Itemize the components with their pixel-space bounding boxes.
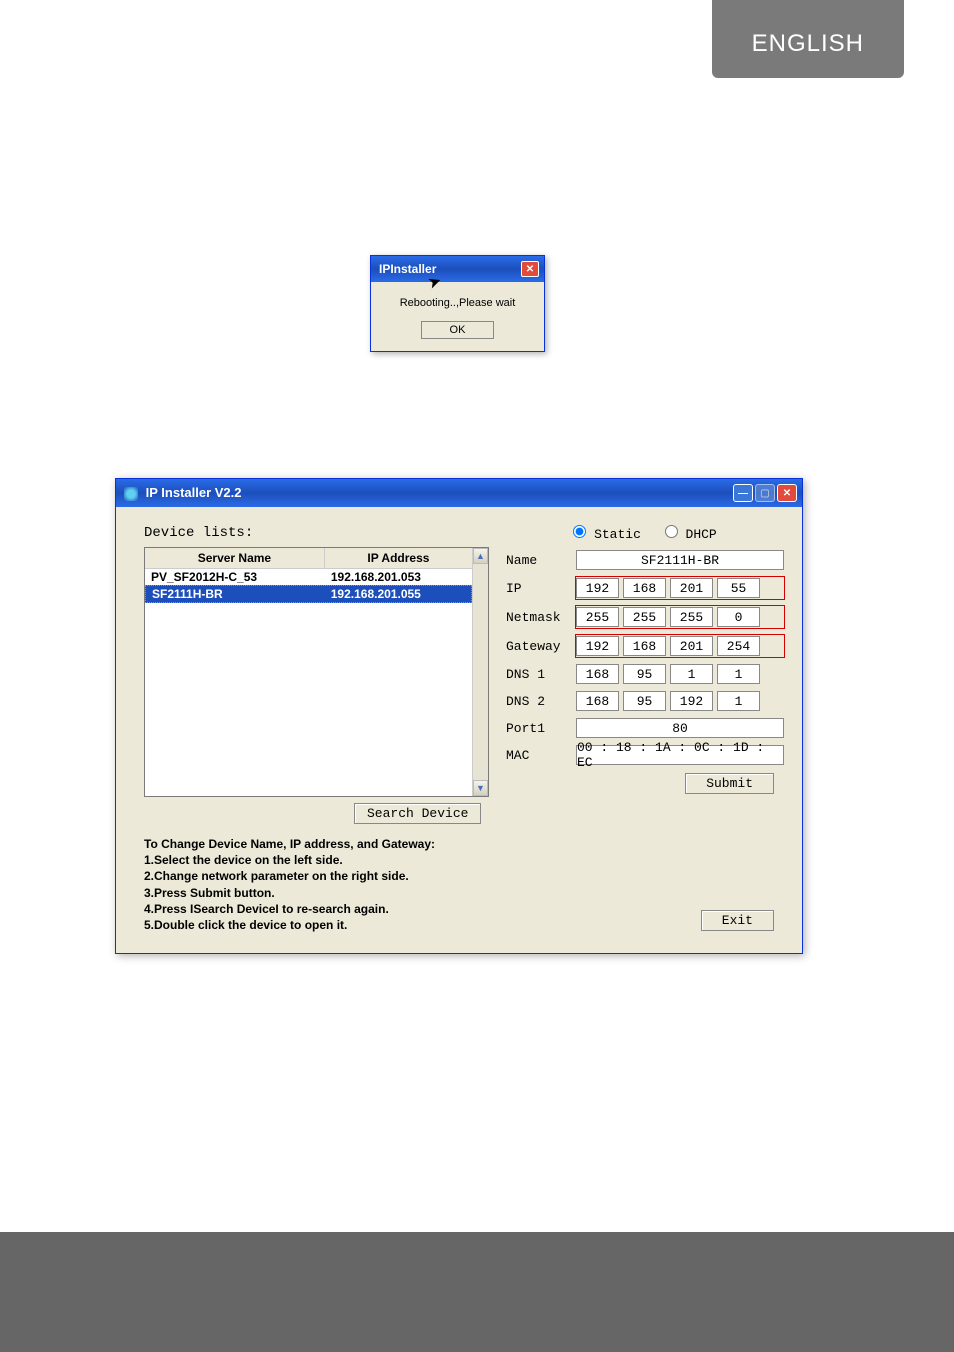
instructions: To Change Device Name, IP address, and G… — [144, 836, 494, 933]
octet[interactable]: 0 — [717, 607, 760, 627]
label-port1: Port1 — [506, 721, 576, 736]
app-title: IP Installer V2.2 — [146, 485, 242, 500]
label-ip: IP — [506, 581, 576, 596]
instruction-line: 5.Double click the device to open it. — [144, 917, 494, 933]
octet[interactable]: 55 — [717, 578, 760, 598]
cell-server-name: PV_SF2012H-C_53 — [145, 569, 325, 585]
col-ip-address[interactable]: IP Address — [325, 548, 472, 568]
dhcp-radio-label: DHCP — [686, 527, 717, 542]
instruction-line: 2.Change network parameter on the right … — [144, 868, 494, 884]
octet[interactable]: 168 — [623, 636, 666, 656]
table-row[interactable]: SF2111H-BR 192.168.201.055 — [145, 585, 472, 603]
instruction-line: To Change Device Name, IP address, and G… — [144, 836, 494, 852]
instruction-line: 1.Select the device on the left side. — [144, 852, 494, 868]
ip-field[interactable]: 192 168 201 55 — [576, 577, 784, 599]
submit-button[interactable]: Submit — [685, 773, 774, 794]
label-name: Name — [506, 553, 576, 568]
octet[interactable]: 201 — [670, 578, 713, 598]
ok-button[interactable]: OK — [421, 321, 495, 339]
dialog-title: IPInstaller — [379, 262, 436, 276]
dns2-field[interactable]: 168 95 192 1 — [576, 691, 784, 711]
octet[interactable]: 95 — [623, 664, 666, 684]
cell-ip: 192.168.201.055 — [325, 586, 471, 602]
footer-bar — [0, 1232, 954, 1352]
minimize-icon[interactable]: — — [733, 484, 753, 502]
cell-server-name: SF2111H-BR — [146, 586, 325, 602]
octet[interactable]: 254 — [717, 636, 760, 656]
octet[interactable]: 255 — [623, 607, 666, 627]
cell-ip: 192.168.201.053 — [325, 569, 472, 585]
dialog-titlebar[interactable]: IPInstaller ✕ — [371, 256, 544, 282]
octet[interactable]: 1 — [717, 691, 760, 711]
octet[interactable]: 255 — [670, 607, 713, 627]
scrollbar[interactable]: ▲ ▼ — [472, 548, 488, 796]
static-radio[interactable]: Static — [573, 527, 641, 542]
octet[interactable]: 1 — [717, 664, 760, 684]
dns1-field[interactable]: 168 95 1 1 — [576, 664, 784, 684]
app-icon — [124, 487, 138, 501]
instruction-line: 4.Press ISearch DeviceI to re-search aga… — [144, 901, 494, 917]
maximize-icon: ▢ — [755, 484, 775, 502]
label-dns2: DNS 2 — [506, 694, 576, 709]
octet[interactable]: 201 — [670, 636, 713, 656]
octet[interactable]: 95 — [623, 691, 666, 711]
language-tab: ENGLISH — [712, 0, 904, 78]
label-gateway: Gateway — [506, 639, 576, 654]
instruction-line: 3.Press Submit button. — [144, 885, 494, 901]
octet[interactable]: 168 — [623, 578, 666, 598]
label-mac: MAC — [506, 748, 576, 763]
device-lists-label: Device lists: — [144, 525, 494, 541]
mac-field: 00 : 18 : 1A : 0C : 1D : EC — [576, 745, 784, 765]
netmask-field[interactable]: 255 255 255 0 — [576, 606, 784, 628]
app-titlebar[interactable]: IP Installer V2.2 — ▢ ✕ — [116, 479, 802, 507]
col-server-name[interactable]: Server Name — [145, 548, 325, 568]
ip-installer-window: IP Installer V2.2 — ▢ ✕ Device lists: Se… — [115, 478, 803, 954]
port1-field[interactable]: 80 — [576, 718, 784, 738]
static-radio-label: Static — [594, 527, 641, 542]
scroll-up-icon[interactable]: ▲ — [473, 548, 488, 564]
reboot-dialog: IPInstaller ✕ Rebooting..,Please wait OK — [370, 255, 545, 352]
octet[interactable]: 168 — [576, 691, 619, 711]
close-icon[interactable]: ✕ — [521, 261, 539, 277]
octet[interactable]: 192 — [576, 636, 619, 656]
label-dns1: DNS 1 — [506, 667, 576, 682]
device-list-table[interactable]: Server Name IP Address PV_SF2012H-C_53 1… — [144, 547, 489, 797]
search-device-button[interactable]: Search Device — [354, 803, 481, 824]
dialog-message: Rebooting..,Please wait — [381, 297, 534, 309]
octet[interactable]: 168 — [576, 664, 619, 684]
name-field[interactable]: SF2111H-BR — [576, 550, 784, 570]
dhcp-radio[interactable]: DHCP — [665, 527, 717, 542]
octet[interactable]: 192 — [576, 578, 619, 598]
exit-button[interactable]: Exit — [701, 910, 774, 931]
octet[interactable]: 1 — [670, 664, 713, 684]
window-close-icon[interactable]: ✕ — [777, 484, 797, 502]
label-netmask: Netmask — [506, 610, 576, 625]
octet[interactable]: 192 — [670, 691, 713, 711]
table-row[interactable]: PV_SF2012H-C_53 192.168.201.053 — [145, 569, 472, 585]
octet[interactable]: 255 — [576, 607, 619, 627]
scroll-down-icon[interactable]: ▼ — [473, 780, 488, 796]
gateway-field[interactable]: 192 168 201 254 — [576, 635, 784, 657]
